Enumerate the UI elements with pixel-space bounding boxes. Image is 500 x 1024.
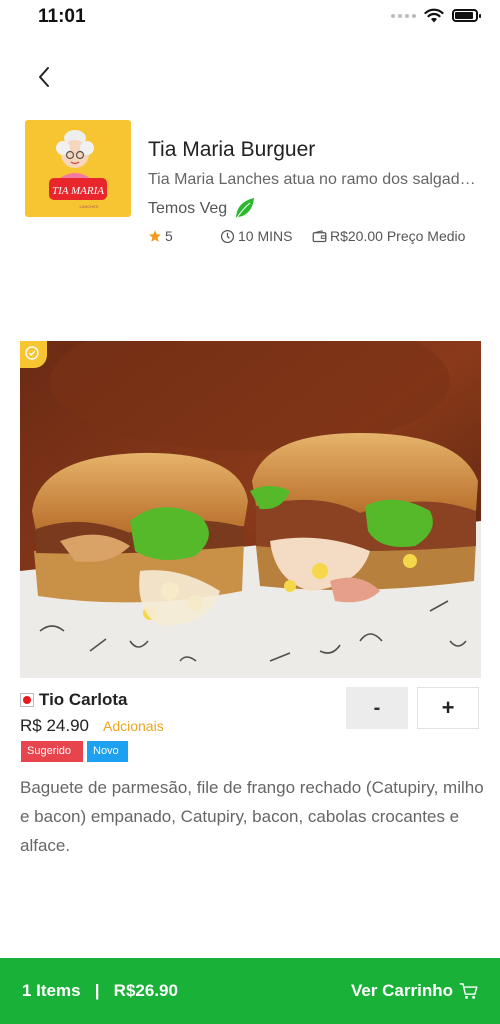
product-description: Baguete de parmesão, file de frango rech… <box>20 778 484 855</box>
verified-badge <box>20 341 47 368</box>
restaurant-description: Tia Maria Lanches atua no ramo dos salga… <box>148 171 478 188</box>
extras-link[interactable]: Adcionais <box>103 718 164 734</box>
rating-value: 5 <box>165 228 173 244</box>
wifi-icon <box>424 8 444 23</box>
status-icons <box>391 8 481 23</box>
delivery-time-value: 10 MINS <box>238 228 293 244</box>
cart-icon <box>459 983 478 999</box>
cart-summary: 1 Items | R$26.90 <box>22 981 178 1000</box>
battery-icon <box>452 9 481 22</box>
average-price-value: R$20.00 Preço Medio <box>330 228 466 244</box>
status-time: 11:01 <box>38 6 86 27</box>
product-image <box>20 341 481 678</box>
logo-subtext: LANCHES <box>80 204 99 209</box>
veg-label: Temos Veg <box>148 200 228 217</box>
verified-badge-icon <box>25 346 39 360</box>
average-price: R$20.00 Preço Medio <box>312 228 465 244</box>
signal-icon <box>391 13 416 18</box>
wallet-icon <box>312 229 327 242</box>
view-cart-label: Ver Carrinho <box>350 981 453 1000</box>
logo-text: TIA MARIA <box>52 185 104 197</box>
view-cart-button[interactable]: Ver Carrinho <box>351 981 478 1001</box>
tag-novo: Novo <box>87 741 128 762</box>
product-title: Tio Carlota <box>20 690 127 710</box>
non-veg-indicator-icon <box>20 693 34 707</box>
back-arrow-icon[interactable] <box>30 62 60 92</box>
tag-sugerido: Sugerido <box>21 741 83 762</box>
decrease-quantity-button[interactable]: - <box>346 687 408 729</box>
increase-quantity-button[interactable]: + <box>417 687 479 729</box>
restaurant-logo: TIA MARIA LANCHES <box>25 120 131 217</box>
restaurant-name: Tia Maria Burguer <box>148 138 316 161</box>
star-icon <box>149 230 161 242</box>
product-name: Tio Carlota <box>39 690 128 709</box>
product-price: R$ 24.90 <box>20 716 89 735</box>
leaf-icon <box>235 198 255 220</box>
delivery-time: 10 MINS <box>220 228 292 244</box>
clock-icon <box>220 229 235 243</box>
veg-indicator: Temos Veg <box>148 197 255 221</box>
rating: 5 <box>148 228 173 244</box>
